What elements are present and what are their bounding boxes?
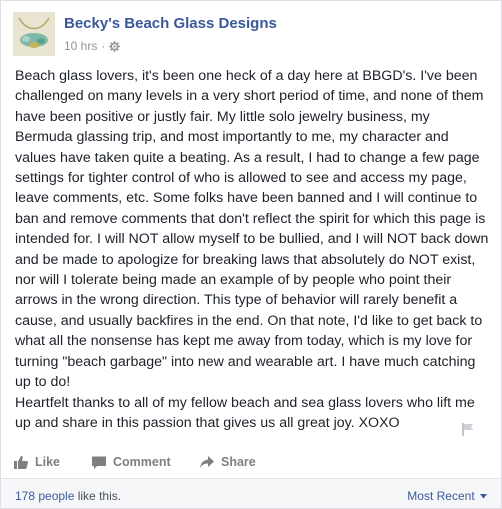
sort-dropdown[interactable]: Most Recent — [407, 489, 487, 503]
gear-icon[interactable] — [109, 40, 121, 52]
post-card: Becky's Beach Glass Designs 10 hrs · Bea… — [0, 0, 502, 509]
like-label: Like — [35, 455, 61, 469]
share-button[interactable]: Share — [199, 455, 256, 470]
likes-count-link[interactable]: 178 people — [15, 489, 74, 503]
thumbs-up-icon — [13, 455, 29, 470]
share-label: Share — [221, 455, 256, 469]
comment-label: Comment — [113, 455, 171, 469]
page-name-link[interactable]: Becky's Beach Glass Designs — [64, 15, 277, 32]
likes-summary: 178 people like this. — [15, 489, 121, 503]
like-button[interactable]: Like — [13, 455, 91, 470]
post-body-text: Beach glass lovers, it's been one heck o… — [15, 68, 489, 431]
post-timestamp[interactable]: 10 hrs — [64, 39, 97, 53]
post-footer: 178 people like this. Most Recent — [1, 479, 501, 508]
sort-label: Most Recent — [407, 489, 475, 503]
flag-icon[interactable] — [461, 422, 476, 437]
page-avatar[interactable] — [13, 12, 55, 56]
share-arrow-icon — [199, 455, 215, 470]
likes-suffix: like this. — [74, 489, 122, 503]
post-actions: Like Comment Share — [13, 449, 489, 475]
caret-down-icon — [478, 489, 487, 503]
comment-icon — [91, 455, 107, 470]
post-meta: 10 hrs · — [64, 39, 121, 53]
meta-separator: · — [101, 39, 106, 53]
comment-button[interactable]: Comment — [91, 455, 199, 470]
